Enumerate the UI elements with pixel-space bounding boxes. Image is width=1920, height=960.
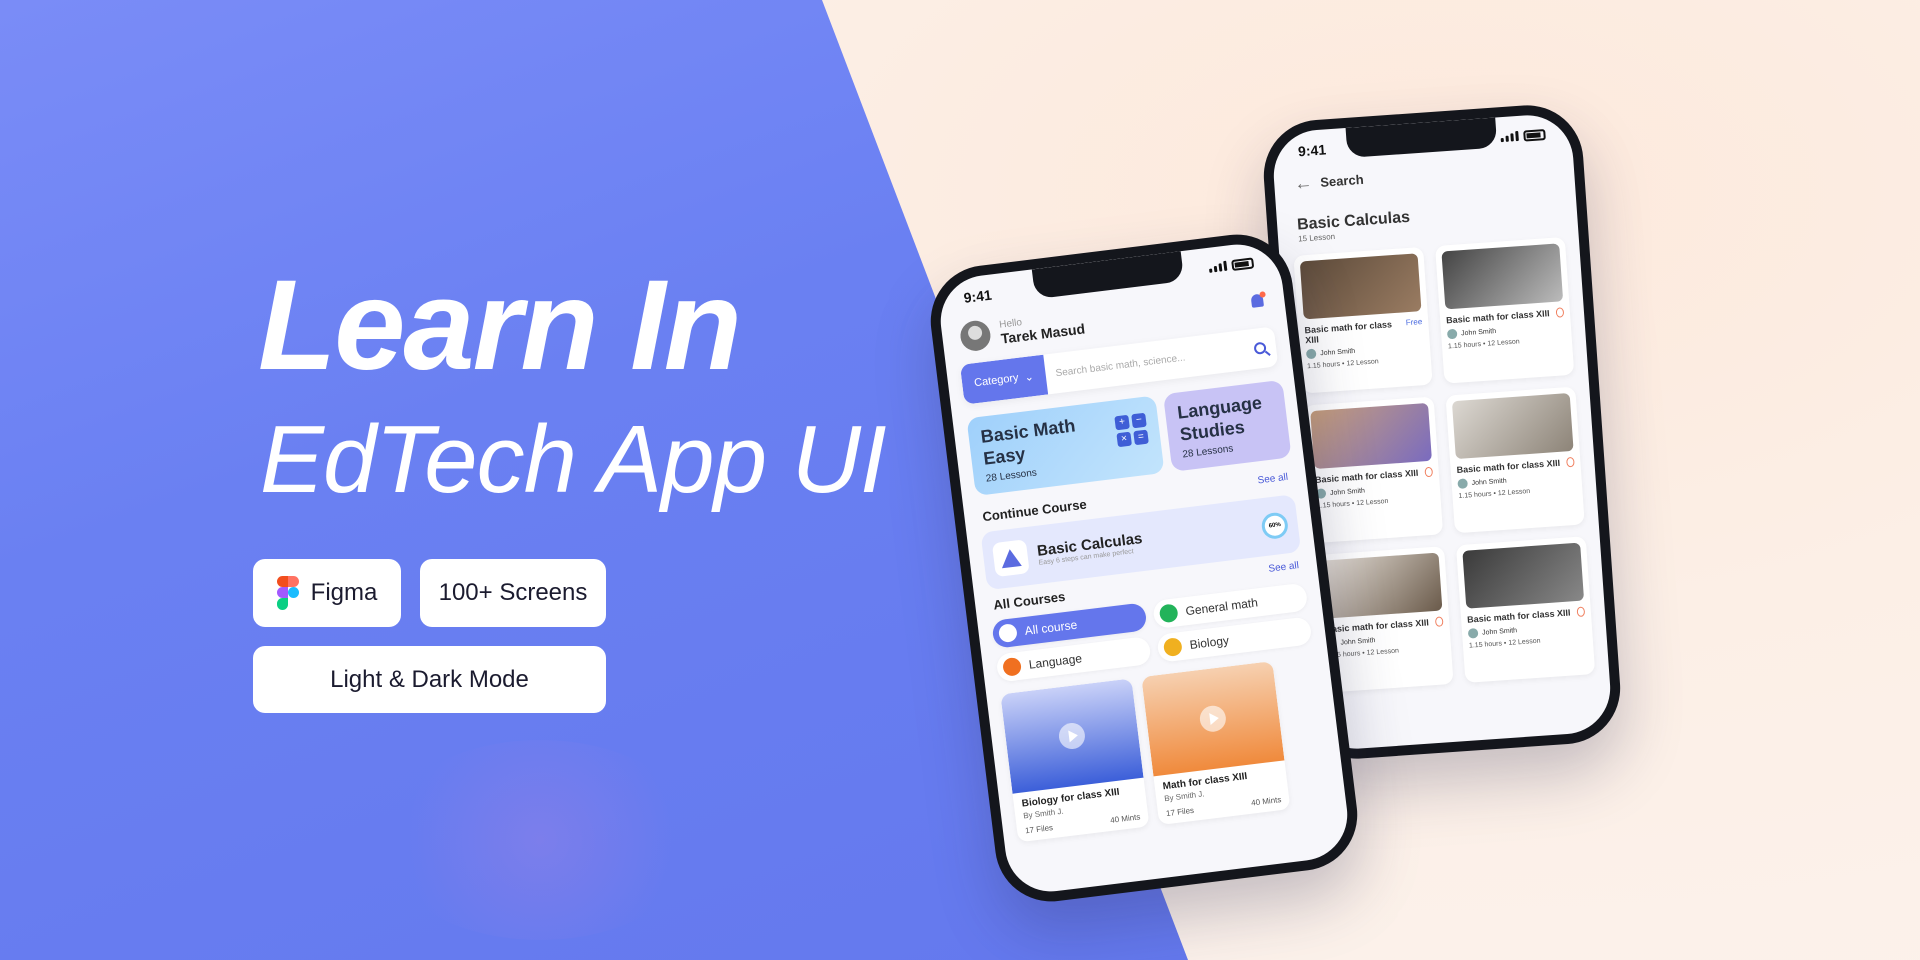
course-card-hours: 1.15 hours (1306, 360, 1341, 371)
author-avatar (1446, 328, 1458, 340)
notification-bell-icon[interactable] (1247, 291, 1267, 311)
category-dropdown[interactable]: Category ⌄ (959, 354, 1049, 405)
status-time: 9:41 (1297, 141, 1327, 160)
course-files: 17 Files (1024, 823, 1054, 836)
course-card-lessons: 12 Lesson (1497, 488, 1531, 498)
cone-icon (991, 539, 1030, 578)
course-duration: 40 Mints (1250, 795, 1282, 808)
course-card-author: John Smith (1319, 347, 1356, 357)
course-card-lessons: 12 Lesson (1508, 637, 1541, 647)
award-icon (1566, 456, 1575, 468)
book-icon (997, 623, 1018, 644)
phone-home-screen: 9:41 Hello Tarek Masud Category ⌄ Search … (924, 228, 1364, 908)
battery-icon (1231, 256, 1255, 271)
course-thumbnail (1320, 552, 1443, 619)
course-card-author: John Smith (1460, 327, 1497, 337)
course-files: 17 Files (1165, 805, 1195, 819)
figma-badge: Figma (253, 559, 401, 627)
progress-ring: 60% (1260, 511, 1290, 541)
featured-card[interactable]: + − × = Basic Math Easy 28 Lessons (966, 395, 1165, 496)
course-card-lessons: 12 Lesson (1355, 497, 1389, 508)
calculator-icon (1158, 603, 1179, 624)
figma-icon (276, 576, 299, 610)
course-card-hours: 1.15 hours (1447, 341, 1482, 351)
signal-icon (1500, 130, 1519, 143)
featured-card-title: Language Studies (1176, 392, 1263, 445)
hero-title: Learn In (258, 254, 742, 397)
status-time: 9:41 (962, 286, 993, 306)
mode-badge: Light & Dark Mode (253, 646, 606, 713)
featured-card[interactable]: Language Studies 28 Lessons (1162, 379, 1292, 472)
category-label: Category (973, 371, 1020, 390)
author-avatar (1457, 478, 1468, 490)
course-card[interactable]: Basic math for class XIII Free John Smith… (1293, 246, 1433, 394)
course-card-hours: 1.15 hours (1458, 490, 1492, 500)
course-card-hours: 1.15 hours (1316, 500, 1351, 510)
chip-label: All course (1023, 617, 1078, 638)
course-card-hours: 1.15 hours (1468, 640, 1503, 650)
course-card-title: Basic math for class XIII (1304, 319, 1393, 346)
translate-icon (1002, 656, 1023, 677)
screens-badge-label: 100+ Screens (438, 579, 588, 606)
hero-subtitle: EdTech App UI (260, 406, 887, 513)
see-all-link[interactable]: See all (1257, 472, 1289, 491)
award-icon (1424, 466, 1434, 478)
course-card-author: John Smith (1481, 626, 1518, 637)
play-icon[interactable] (1057, 721, 1087, 751)
play-icon[interactable] (1198, 704, 1228, 734)
battery-icon (1523, 128, 1546, 142)
free-tag: Free (1405, 317, 1423, 328)
chip-label: Biology (1188, 633, 1230, 652)
search-placeholder: Search basic math, science... (1054, 351, 1186, 379)
course-card-lessons: 12 Lesson (1346, 358, 1379, 368)
see-all-link[interactable]: See all (1268, 560, 1300, 579)
avatar[interactable] (958, 319, 993, 353)
back-label: Search (1319, 171, 1365, 190)
back-arrow-icon: ← (1293, 172, 1313, 194)
background-glow (380, 740, 700, 940)
award-icon (1576, 606, 1586, 618)
course-card[interactable]: Basic math for class XIII John Smith 1.1… (1455, 536, 1596, 683)
course-card-author: John Smith (1471, 477, 1507, 487)
course-thumbnail (1462, 542, 1585, 609)
course-thumbnail (1141, 661, 1285, 777)
search-icon[interactable] (1253, 341, 1267, 355)
signal-icon (1208, 260, 1228, 273)
course-thumbnail (1441, 243, 1564, 310)
figma-badge-label: Figma (310, 579, 378, 606)
award-icon (1434, 616, 1444, 627)
author-avatar (1467, 627, 1479, 639)
course-thumbnail (1299, 253, 1422, 320)
calculator-icon: + − × = (1114, 412, 1149, 448)
course-card-author: John Smith (1329, 487, 1366, 497)
biology-icon (1162, 637, 1183, 658)
course-card[interactable]: Basic math for class XIII John Smith 1.1… (1435, 236, 1575, 384)
course-thumbnail (1000, 678, 1144, 794)
course-thumbnail (1451, 393, 1574, 460)
chevron-down-icon: ⌄ (1023, 370, 1035, 384)
course-card[interactable]: Basic math for class XIII John Smith 1.1… (1445, 386, 1585, 534)
chip-label: General math (1184, 595, 1259, 619)
award-icon (1555, 307, 1565, 318)
course-card[interactable]: Biology for class XIII By Smith J. 17 Fi… (1000, 678, 1150, 843)
mode-badge-label: Light & Dark Mode (330, 665, 529, 693)
course-card[interactable]: Basic math for class XIII John Smith 1.1… (1303, 396, 1444, 544)
course-card-lessons: 12 Lesson (1366, 647, 1400, 657)
course-card-lessons: 12 Lesson (1487, 338, 1520, 348)
chip-label: Language (1028, 651, 1083, 672)
course-card[interactable]: Math for class XIII By Smith J. 17 Files… (1141, 661, 1291, 826)
author-avatar (1305, 348, 1317, 360)
course-card-author: John Smith (1340, 636, 1376, 647)
course-duration: 40 Mints (1109, 812, 1141, 825)
course-thumbnail (1310, 402, 1432, 470)
screens-badge: 100+ Screens (420, 559, 606, 627)
